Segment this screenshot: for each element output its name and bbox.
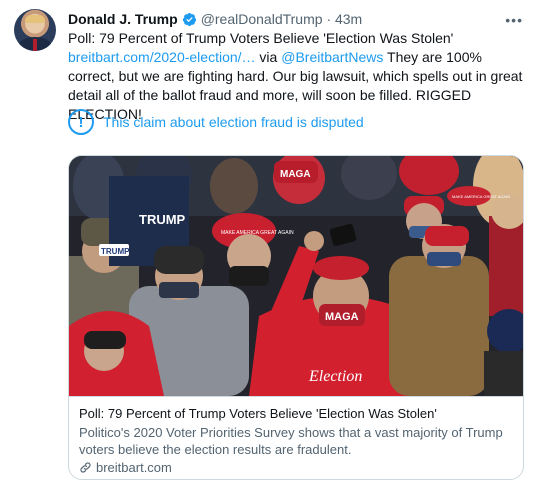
rally-crowd-photo: TRUMP MAKE AMERICA GREAT AGAIN MAGA Elec… — [69, 156, 523, 396]
link-preview-card[interactable]: TRUMP MAKE AMERICA GREAT AGAIN MAGA Elec… — [68, 155, 524, 480]
tweet-timestamp[interactable]: · 43m — [323, 11, 363, 27]
hat-text-1: MAKE AMERICA GREAT AGAIN — [221, 230, 294, 236]
tweet-header: Donald J. Trump @realDonaldTrump · 43m — [68, 10, 362, 28]
card-title[interactable]: Poll: 79 Percent of Trump Voters Believe… — [79, 405, 513, 422]
card-image[interactable]: TRUMP MAKE AMERICA GREAT AGAIN MAGA Elec… — [69, 156, 523, 396]
avatar-hair — [25, 15, 45, 23]
info-exclamation-icon: ! — [68, 109, 94, 135]
badge-trump-text: TRUMP — [101, 247, 130, 256]
mention-link[interactable]: @BreitbartNews — [281, 49, 383, 65]
mask-maga-text: MAGA — [325, 311, 359, 323]
hat-text-2: MAKE AMERICA GREAT AGAIN — [452, 194, 510, 199]
tweet-link[interactable]: breitbart.com/2020-election/… — [68, 49, 256, 65]
author-handle[interactable]: @realDonaldTrump — [201, 11, 323, 27]
disputed-claim-text[interactable]: This claim about election fraud is dispu… — [103, 114, 364, 130]
avatar[interactable] — [14, 9, 56, 51]
disputed-claim-notice[interactable]: ! This claim about election fraud is dis… — [68, 108, 364, 136]
author-name[interactable]: Donald J. Trump — [68, 11, 178, 27]
tweet[interactable]: Donald J. Trump @realDonaldTrump · 43m •… — [0, 0, 535, 485]
hoodie-election-text: Election — [308, 368, 362, 385]
card-description: Politico's 2020 Voter Priorities Survey … — [79, 425, 503, 457]
card-domain-text: breitbart.com — [96, 460, 172, 475]
mask-maga-text-2: MAGA — [280, 169, 311, 180]
shirt-trump-text: TRUMP — [139, 212, 186, 227]
avatar-tie — [33, 39, 37, 51]
card-meta[interactable]: Poll: 79 Percent of Trump Voters Believe… — [69, 396, 523, 479]
link-icon — [80, 462, 91, 473]
card-domain[interactable]: breitbart.com — [79, 460, 513, 475]
verified-badge-icon — [182, 12, 196, 26]
tweet-text-lead: Poll: 79 Percent of Trump Voters Believe… — [68, 30, 454, 46]
tweet-via: via — [255, 49, 282, 65]
timestamp-text: · 43m — [326, 11, 363, 27]
more-options-icon[interactable]: ••• — [505, 12, 523, 28]
